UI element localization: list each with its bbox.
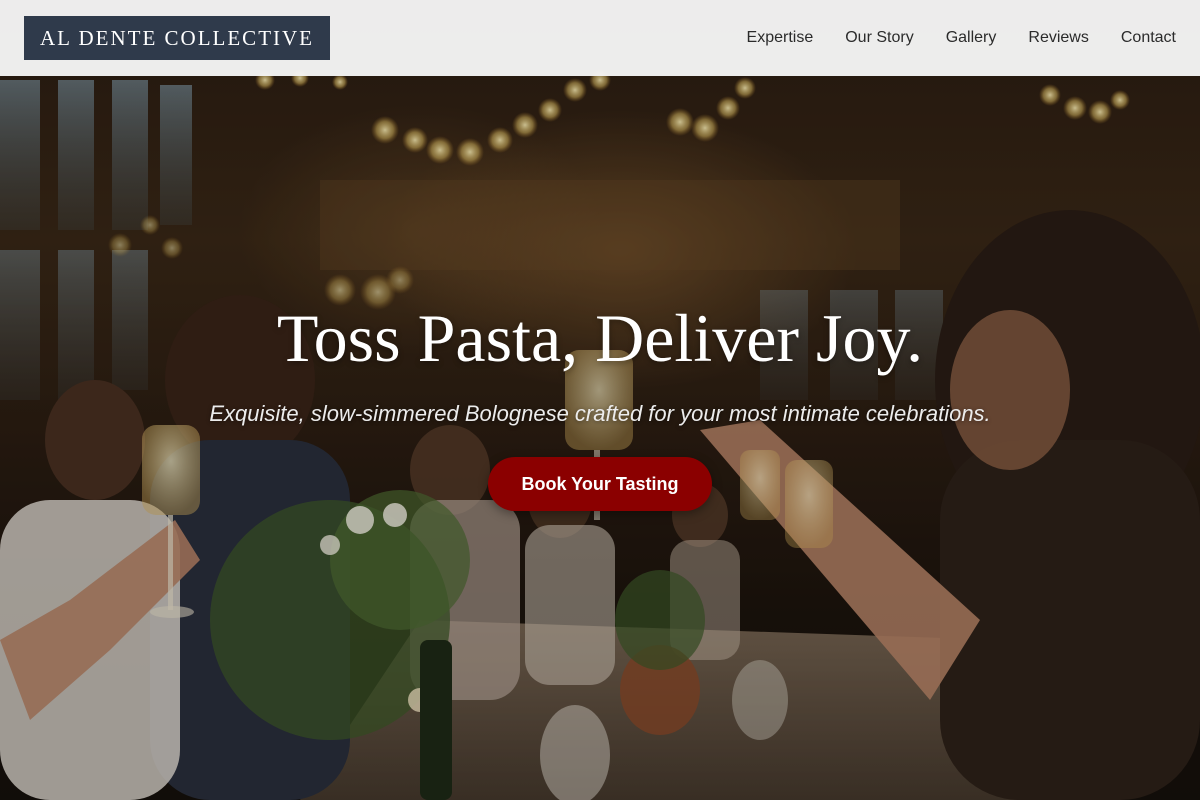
nav-link-expertise[interactable]: Expertise (747, 29, 814, 47)
nav-link-contact[interactable]: Contact (1121, 29, 1176, 47)
hero-section: Toss Pasta, Deliver Joy. Exquisite, slow… (0, 0, 1200, 800)
brand-logo[interactable]: AL DENTE COLLECTIVE (24, 16, 331, 60)
nav-link-our-story[interactable]: Our Story (845, 29, 913, 47)
site-header: AL DENTE COLLECTIVE Expertise Our Story … (0, 0, 1200, 76)
hero-subtitle: Exquisite, slow-simmered Bolognese craft… (209, 401, 991, 426)
book-tasting-button[interactable]: Book Your Tasting (488, 457, 712, 511)
page: AL DENTE COLLECTIVE Expertise Our Story … (0, 0, 1200, 800)
hero-title: Toss Pasta, Deliver Joy. (276, 300, 924, 376)
nav-link-reviews[interactable]: Reviews (1028, 29, 1088, 47)
main-navigation: Expertise Our Story Gallery Reviews Cont… (747, 0, 1176, 76)
nav-link-gallery[interactable]: Gallery (946, 29, 997, 47)
